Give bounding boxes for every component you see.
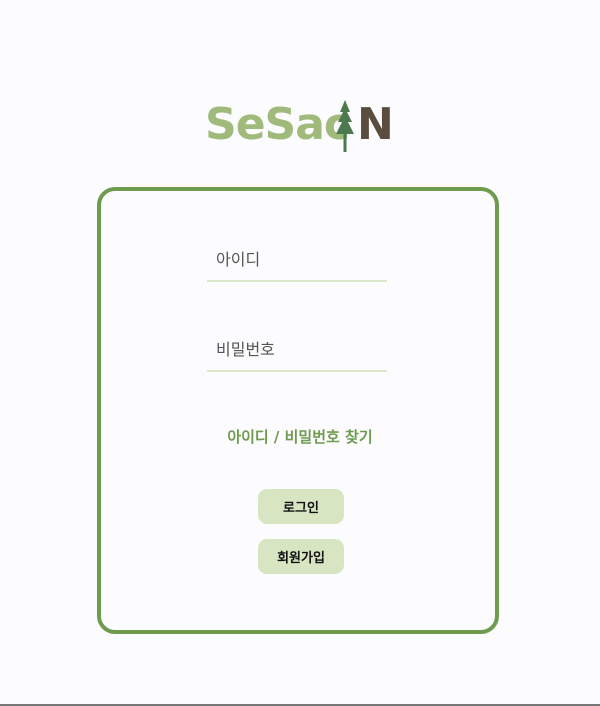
login-button[interactable]: 로그인 — [258, 489, 344, 524]
find-id-password-link[interactable]: 아이디 / 비밀번호 찾기 — [0, 426, 600, 447]
id-input[interactable] — [207, 238, 387, 282]
logo-text-n: N — [357, 99, 394, 150]
password-input[interactable] — [207, 328, 387, 372]
logo: SeSac N — [205, 98, 395, 158]
pine-tree-icon — [336, 100, 354, 152]
logo-text-sesac: SeSac — [205, 99, 350, 150]
signup-button[interactable]: 회원가입 — [258, 539, 344, 574]
